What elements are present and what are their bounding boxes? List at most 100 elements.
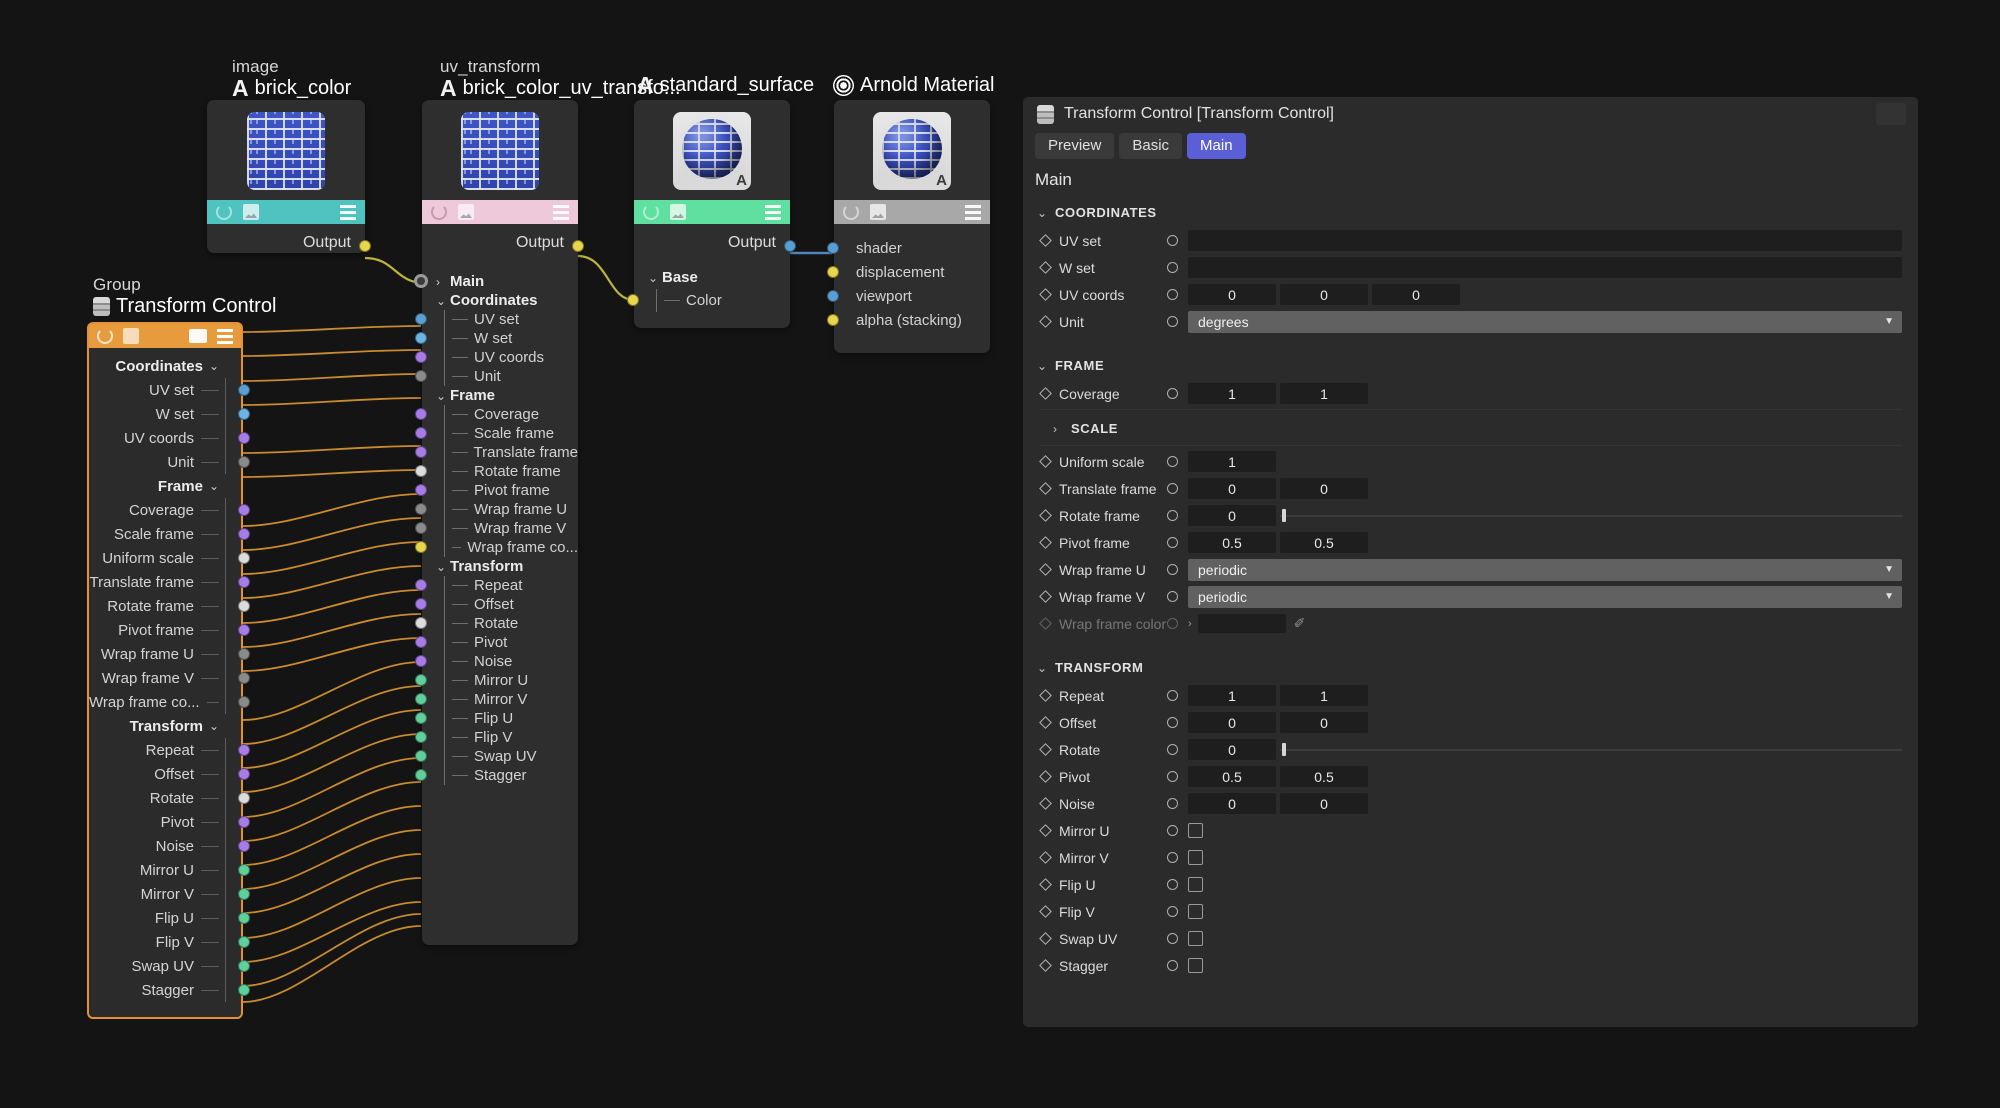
input-port-purple[interactable] <box>415 427 427 439</box>
keyframe-diamond-icon[interactable] <box>1039 617 1052 630</box>
connection-circle-icon[interactable] <box>1167 690 1178 701</box>
property-row[interactable]: Mirror U <box>1023 817 1918 844</box>
connection-circle-icon[interactable] <box>1167 960 1178 971</box>
folder-icon[interactable] <box>189 329 207 343</box>
uv-node-parameter-tree[interactable]: › Main ⌄ Coordinates UV set W set UV coords Uni… <box>414 266 578 799</box>
edit-pencil-icon[interactable]: ✐ <box>1294 615 1306 632</box>
property-row[interactable]: Coverage 1 1 <box>1023 380 1918 407</box>
output-port-white[interactable] <box>238 792 250 804</box>
input-port-blue[interactable] <box>827 290 839 302</box>
chevron-down-icon[interactable]: ⌄ <box>436 389 450 403</box>
output-port-purple[interactable] <box>238 432 250 444</box>
keyframe-diamond-icon[interactable] <box>1039 261 1052 274</box>
property-row[interactable]: Flip U <box>1023 871 1918 898</box>
material-input-row[interactable]: shader <box>827 236 990 260</box>
uv-tree-leaf-row[interactable]: Scale frame <box>415 424 578 443</box>
number-input[interactable]: 1 <box>1188 383 1276 404</box>
surface-input-group-row[interactable]: ⌄ Base <box>634 266 790 289</box>
output-port-purple[interactable] <box>238 576 250 588</box>
uv-node-output-row[interactable]: Output <box>422 224 584 266</box>
property-row[interactable]: Noise 0 0 <box>1023 790 1918 817</box>
group-node-port-row[interactable]: Swap UV <box>89 954 250 978</box>
dropdown-select[interactable]: periodic ▼ <box>1188 585 1902 608</box>
value-slider[interactable] <box>1280 739 1902 760</box>
input-port-purple[interactable] <box>415 598 427 610</box>
uv-tree-leaf-row[interactable]: W set <box>415 329 578 348</box>
attribute-editor-panel[interactable]: Transform Control [Transform Control] Pr… <box>1023 97 1918 1027</box>
property-row[interactable]: Stagger <box>1023 952 1918 979</box>
uv-tree-group-row[interactable]: › Main <box>414 272 578 291</box>
input-port-purple[interactable] <box>415 579 427 591</box>
uv-tree-leaf-row[interactable]: Offset <box>415 595 578 614</box>
output-port-yellow[interactable] <box>572 240 584 252</box>
checkbox[interactable] <box>1188 958 1203 973</box>
group-node-port-row[interactable]: W set <box>89 402 250 426</box>
material-input-row[interactable]: alpha (stacking) <box>827 308 990 332</box>
property-row[interactable]: Swap UV <box>1023 925 1918 952</box>
uv-tree-group-row[interactable]: ⌄ Coordinates <box>422 291 578 310</box>
output-port-purple[interactable] <box>238 504 250 516</box>
output-port-purple[interactable] <box>238 744 250 756</box>
input-port-gray[interactable] <box>415 503 427 515</box>
refresh-icon[interactable] <box>431 204 447 220</box>
keyframe-diamond-icon[interactable] <box>1039 851 1052 864</box>
chevron-down-icon[interactable]: ⌄ <box>209 479 219 493</box>
property-row[interactable]: Unit degrees ▼ <box>1023 308 1918 335</box>
keyframe-diamond-icon[interactable] <box>1039 315 1052 328</box>
keyframe-diamond-icon[interactable] <box>1039 959 1052 972</box>
group-node-port-row[interactable]: Stagger <box>89 978 250 1002</box>
output-port-green[interactable] <box>238 912 250 924</box>
dropdown-select[interactable]: periodic ▼ <box>1188 558 1902 581</box>
connection-circle-icon[interactable] <box>1167 564 1178 575</box>
keyframe-diamond-icon[interactable] <box>1039 824 1052 837</box>
refresh-icon[interactable] <box>97 328 113 344</box>
number-input[interactable]: 0 <box>1280 712 1368 733</box>
property-row[interactable]: Pivot 0.5 0.5 <box>1023 763 1918 790</box>
chevron-down-icon[interactable]: ⌄ <box>648 271 662 285</box>
connection-circle-icon[interactable] <box>1167 852 1178 863</box>
group-node-port-row[interactable]: Mirror U <box>89 858 250 882</box>
group-node-port-row[interactable]: Scale frame <box>89 522 250 546</box>
connection-circle-icon[interactable] <box>1167 316 1178 327</box>
property-row[interactable]: Uniform scale 1 <box>1023 448 1918 475</box>
input-port-purple[interactable] <box>415 484 427 496</box>
tab-main[interactable]: Main <box>1187 133 1246 159</box>
property-row[interactable]: Rotate frame 0 <box>1023 502 1918 529</box>
arnold-material-node[interactable]: A shader displacement viewport alpha (stack… <box>827 100 990 353</box>
output-port-purple[interactable] <box>238 840 250 852</box>
input-port-purple[interactable] <box>415 636 427 648</box>
group-node-toolbar[interactable] <box>89 324 241 348</box>
connection-circle-icon[interactable] <box>1167 510 1178 521</box>
material-input-row[interactable]: displacement <box>827 260 990 284</box>
keyframe-diamond-icon[interactable] <box>1039 932 1052 945</box>
uv-tree-leaf-row[interactable]: Repeat <box>415 576 578 595</box>
number-input[interactable]: 0.5 <box>1188 532 1276 553</box>
connection-circle-icon[interactable] <box>1167 825 1178 836</box>
keyframe-diamond-icon[interactable] <box>1039 743 1052 756</box>
output-port-purple[interactable] <box>238 624 250 636</box>
output-port-white[interactable] <box>238 552 250 564</box>
tab-preview[interactable]: Preview <box>1035 133 1115 159</box>
input-port-purple[interactable] <box>415 351 427 363</box>
property-row[interactable]: Offset 0 0 <box>1023 709 1918 736</box>
property-row[interactable]: UV set <box>1023 227 1918 254</box>
material-input-row[interactable]: viewport <box>827 284 990 308</box>
keyframe-diamond-icon[interactable] <box>1039 387 1052 400</box>
output-port-green[interactable] <box>238 984 250 996</box>
refresh-icon[interactable] <box>643 204 659 220</box>
group-node-port-row[interactable]: Translate frame <box>89 570 250 594</box>
input-port-white[interactable] <box>415 465 427 477</box>
input-port-green[interactable] <box>415 712 427 724</box>
output-port-gray[interactable] <box>238 672 250 684</box>
number-input[interactable]: 0.5 <box>1188 766 1276 787</box>
section-header-scale[interactable]: › SCALE <box>1023 412 1918 443</box>
chevron-right-icon[interactable]: › <box>1188 618 1192 630</box>
uv-node-toolbar[interactable] <box>422 200 578 224</box>
input-port-purple[interactable] <box>415 408 427 420</box>
uv-tree-leaf-row[interactable]: Noise <box>415 652 578 671</box>
number-input[interactable]: 0 <box>1188 739 1276 760</box>
group-node-port-row[interactable]: Rotate <box>89 786 250 810</box>
uv-transform-node[interactable]: Output › Main ⌄ Coordinates UV set W set UV co… <box>414 100 584 945</box>
keyframe-diamond-icon[interactable] <box>1039 563 1052 576</box>
menu-lines-icon[interactable] <box>340 204 356 220</box>
